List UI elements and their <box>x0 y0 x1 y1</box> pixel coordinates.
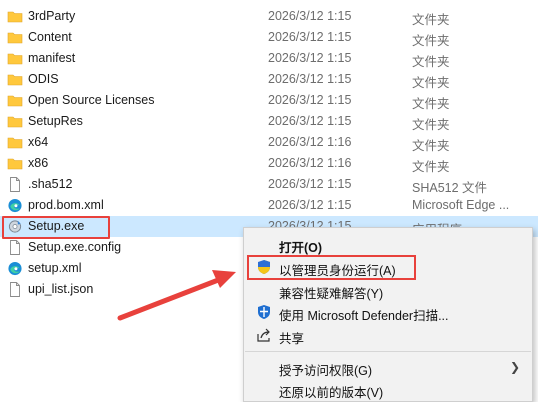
menu-item-defender[interactable]: 使用 Microsoft Defender扫描... <box>244 301 532 323</box>
menu-item-grant-access[interactable]: 授予访问权限(G) ❯ <box>244 356 532 378</box>
menu-item-compat[interactable]: 兼容性疑难解答(Y) <box>244 279 532 301</box>
share-icon <box>257 328 270 342</box>
menu-item-open[interactable]: 打开(O) <box>244 233 532 255</box>
menu-item-share[interactable]: 共享 <box>244 324 532 346</box>
menu-separator <box>245 351 531 352</box>
run-as-admin-highlight-box <box>247 255 416 280</box>
context-menu: 打开(O) 以管理员身份运行(A) 兼容性疑难解答(Y) 使用 Microsof… <box>243 227 533 402</box>
chevron-right-icon: ❯ <box>509 360 520 374</box>
defender-shield-icon <box>258 305 270 319</box>
